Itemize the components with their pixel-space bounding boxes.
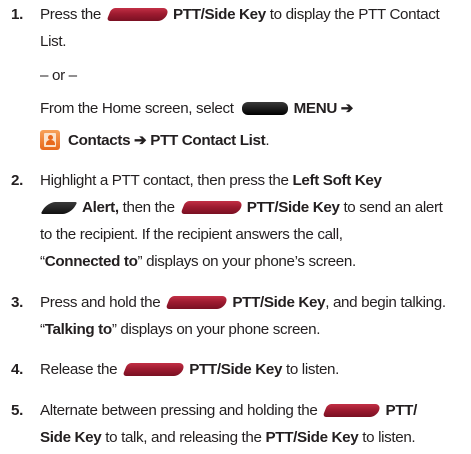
menu-key-icon — [241, 102, 288, 115]
or-separator: – or – — [40, 67, 77, 84]
step-1-alt-line-2: Contacts ➔ PTT Contact List. — [40, 130, 270, 150]
step-2-line-1: Highlight a PTT contact, then press the … — [40, 172, 382, 189]
step-2-line-3: to the recipient. If the recipient answe… — [40, 226, 343, 243]
step-number: 3. — [11, 294, 23, 311]
step-5-line-2: Side Key to talk, and releasing the PTT/… — [40, 429, 416, 446]
step-number: 1. — [11, 6, 23, 23]
ptt-side-key-icon — [322, 404, 383, 417]
step-5-line-1: Alternate between pressing and holding t… — [40, 402, 417, 419]
step-4-line-1: Release the PTT/Side Key to listen. — [40, 361, 340, 378]
step-number: 2. — [11, 172, 23, 189]
step-2-line-4: “Connected to” displays on your phone’s … — [40, 253, 356, 270]
step-3-line-2: “Talking to” displays on your phone scre… — [40, 321, 321, 338]
ptt-side-key-icon — [106, 8, 170, 21]
step-1-line-1: Press the PTT/Side Key to display the PTT… — [40, 6, 440, 23]
contacts-icon — [40, 130, 60, 150]
left-soft-key-icon — [40, 202, 78, 214]
step-number: 4. — [11, 361, 23, 378]
step-1-alt-line-1: From the Home screen, select MENU ➔ — [40, 100, 354, 117]
ptt-side-key-icon — [165, 296, 229, 309]
step-3-line-1: Press and hold the PTT/Side Key, and begi… — [40, 294, 446, 311]
step-1-line-2: List. — [40, 33, 67, 50]
ptt-side-key-icon — [122, 363, 186, 376]
step-number: 5. — [11, 402, 23, 419]
ptt-side-key-icon — [180, 201, 244, 214]
step-2-line-2: Alert, then the PTT/Side Key to send an a… — [40, 199, 443, 217]
